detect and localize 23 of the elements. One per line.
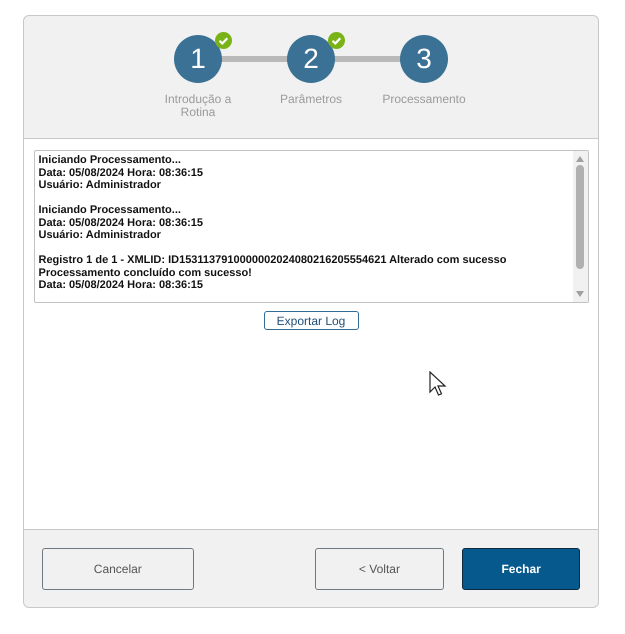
footer-button[interactable]: < Voltar: [314, 548, 444, 590]
log-line: Data: 05/08/2024 Hora: 08:36:15: [38, 166, 204, 179]
log-line: Data: 05/08/2024 Hora: 08:36:15: [38, 279, 204, 292]
step-circle: 1: [174, 35, 222, 83]
scroll-up-icon[interactable]: [576, 156, 584, 162]
scrollbar[interactable]: [572, 151, 588, 302]
log-line: Data: 05/08/2024 Hora: 08:36:15: [38, 216, 204, 229]
log-line: Iniciando Processamento...: [38, 154, 182, 166]
step-label: Processamento: [381, 93, 467, 106]
cursor-icon: [429, 371, 447, 397]
step-label: Introdução a Rotina: [164, 93, 232, 119]
log-line: Usuário: Administrador: [38, 179, 162, 192]
step-label: Parâmetros: [278, 93, 344, 106]
close-button[interactable]: Fechar: [462, 548, 580, 590]
step-circle: 2: [287, 35, 335, 83]
step-circle: 3: [400, 35, 448, 83]
export-log-button[interactable]: Exportar Log: [264, 311, 358, 330]
log-line: Registro 1 de 1 - XMLID: ID1531137910000002024080216205554621 Alterado com sucesso: [38, 254, 508, 266]
log-line: Processamento concluído com sucesso!: [38, 266, 253, 279]
footer-button[interactable]: Cancelar: [42, 548, 194, 590]
log-line: Usuário: Administrador: [38, 229, 162, 242]
scroll-down-icon[interactable]: [576, 291, 584, 297]
log-line: Iniciando Processamento...: [38, 204, 182, 216]
